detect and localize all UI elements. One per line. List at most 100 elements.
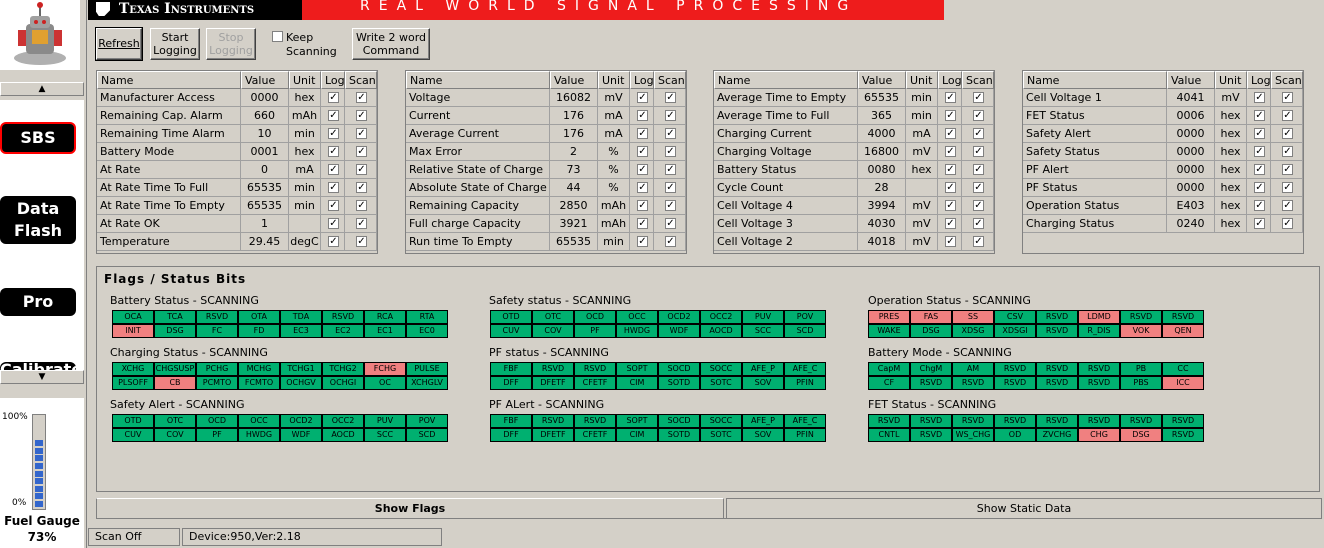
log-checkbox[interactable]: ✓ [637, 218, 648, 229]
log-checkbox[interactable]: ✓ [1254, 200, 1265, 211]
scan-checkbox[interactable]: ✓ [665, 164, 676, 175]
log-cell: ✓ [321, 161, 345, 179]
log-checkbox[interactable]: ✓ [328, 218, 339, 229]
log-checkbox[interactable]: ✓ [945, 182, 956, 193]
refresh-button[interactable]: Refresh [95, 27, 143, 61]
log-checkbox[interactable]: ✓ [945, 218, 956, 229]
scan-checkbox[interactable]: ✓ [665, 92, 676, 103]
scan-checkbox[interactable]: ✓ [973, 128, 984, 139]
start-logging-button[interactable]: Start Logging [150, 28, 200, 60]
log-checkbox[interactable]: ✓ [1254, 128, 1265, 139]
log-checkbox[interactable]: ✓ [328, 200, 339, 211]
log-checkbox[interactable]: ✓ [637, 92, 648, 103]
write-2-word-command-button[interactable]: Write 2 word Command [352, 28, 430, 60]
scan-checkbox[interactable]: ✓ [356, 110, 367, 121]
scan-checkbox[interactable]: ✓ [973, 200, 984, 211]
flag-bit: AFE_C [784, 362, 826, 376]
log-cell: ✓ [321, 179, 345, 197]
stop-logging-button[interactable]: Stop Logging [206, 28, 256, 60]
scan-checkbox[interactable]: ✓ [1282, 146, 1293, 157]
scan-checkbox[interactable]: ✓ [973, 92, 984, 103]
log-checkbox[interactable]: ✓ [945, 92, 956, 103]
nav-item-pro[interactable]: Pro [0, 288, 76, 316]
log-checkbox[interactable]: ✓ [328, 128, 339, 139]
scan-checkbox[interactable]: ✓ [665, 110, 676, 121]
flag-bit: PRES [868, 310, 910, 324]
scan-checkbox[interactable]: ✓ [665, 128, 676, 139]
tab-show-static-data[interactable]: Show Static Data [726, 498, 1322, 518]
tagline-text: REAL WORLD SIGNAL PROCESSING [360, 0, 858, 14]
scan-checkbox[interactable]: ✓ [665, 146, 676, 157]
log-checkbox[interactable]: ✓ [945, 200, 956, 211]
log-checkbox[interactable]: ✓ [1254, 92, 1265, 103]
scan-checkbox[interactable]: ✓ [1282, 218, 1293, 229]
log-checkbox[interactable]: ✓ [328, 92, 339, 103]
scan-checkbox[interactable]: ✓ [973, 146, 984, 157]
flag-bit: SOTC [700, 376, 742, 390]
log-checkbox[interactable]: ✓ [1254, 218, 1265, 229]
cell-value: 2 [550, 143, 598, 161]
nav-scroll-down-button[interactable]: ▼ [0, 370, 84, 384]
scan-checkbox[interactable]: ✓ [356, 200, 367, 211]
cell-name: Average Current [406, 125, 550, 143]
log-checkbox[interactable]: ✓ [637, 236, 648, 247]
log-checkbox[interactable]: ✓ [328, 182, 339, 193]
scan-checkbox[interactable]: ✓ [1282, 110, 1293, 121]
log-checkbox[interactable]: ✓ [637, 110, 648, 121]
log-checkbox[interactable]: ✓ [637, 128, 648, 139]
scan-checkbox[interactable]: ✓ [665, 182, 676, 193]
scan-checkbox[interactable]: ✓ [356, 92, 367, 103]
scan-checkbox[interactable]: ✓ [665, 236, 676, 247]
log-checkbox[interactable]: ✓ [1254, 182, 1265, 193]
nav-item-sbs[interactable]: SBS [0, 122, 76, 154]
flag-bit: COV [154, 428, 196, 442]
scan-checkbox[interactable]: ✓ [356, 182, 367, 193]
scan-cell: ✓ [345, 107, 377, 125]
scan-checkbox[interactable]: ✓ [1282, 128, 1293, 139]
scan-checkbox[interactable]: ✓ [1282, 164, 1293, 175]
log-checkbox[interactable]: ✓ [945, 236, 956, 247]
log-checkbox[interactable]: ✓ [637, 182, 648, 193]
log-cell: ✓ [321, 197, 345, 215]
log-checkbox[interactable]: ✓ [637, 164, 648, 175]
scan-checkbox[interactable]: ✓ [665, 218, 676, 229]
nav-scroll-up-button[interactable]: ▲ [0, 82, 84, 96]
log-checkbox[interactable]: ✓ [945, 146, 956, 157]
flag-bit: CB [154, 376, 196, 390]
log-checkbox[interactable]: ✓ [328, 236, 339, 247]
log-checkbox[interactable]: ✓ [1254, 146, 1265, 157]
log-checkbox[interactable]: ✓ [328, 146, 339, 157]
log-checkbox[interactable]: ✓ [1254, 164, 1265, 175]
log-checkbox[interactable]: ✓ [328, 110, 339, 121]
scan-checkbox[interactable]: ✓ [356, 236, 367, 247]
flag-bit: SOTD [658, 376, 700, 390]
scan-checkbox[interactable]: ✓ [1282, 200, 1293, 211]
nav-item-calibrate[interactable]: Calibrate [0, 362, 82, 370]
log-checkbox[interactable]: ✓ [945, 128, 956, 139]
cell-name: Cell Voltage 1 [1023, 89, 1167, 107]
scan-checkbox[interactable]: ✓ [973, 164, 984, 175]
log-cell: ✓ [630, 107, 654, 125]
scan-checkbox[interactable]: ✓ [973, 218, 984, 229]
log-checkbox[interactable]: ✓ [637, 146, 648, 157]
cell-value: 365 [858, 107, 906, 125]
tab-show-flags[interactable]: Show Flags [96, 498, 724, 518]
scan-cell: ✓ [345, 89, 377, 107]
scan-checkbox[interactable]: ✓ [356, 146, 367, 157]
log-checkbox[interactable]: ✓ [637, 200, 648, 211]
cell-name: Full charge Capacity [406, 215, 550, 233]
scan-checkbox[interactable]: ✓ [356, 218, 367, 229]
scan-checkbox[interactable]: ✓ [665, 200, 676, 211]
log-checkbox[interactable]: ✓ [1254, 110, 1265, 121]
scan-checkbox[interactable]: ✓ [973, 236, 984, 247]
scan-checkbox[interactable]: ✓ [356, 164, 367, 175]
scan-checkbox[interactable]: ✓ [973, 110, 984, 121]
nav-item-data-flash[interactable]: Data Flash [0, 196, 76, 244]
log-checkbox[interactable]: ✓ [328, 164, 339, 175]
log-checkbox[interactable]: ✓ [945, 164, 956, 175]
scan-checkbox[interactable]: ✓ [1282, 92, 1293, 103]
scan-checkbox[interactable]: ✓ [356, 128, 367, 139]
scan-checkbox[interactable]: ✓ [1282, 182, 1293, 193]
scan-checkbox[interactable]: ✓ [973, 182, 984, 193]
log-checkbox[interactable]: ✓ [945, 110, 956, 121]
